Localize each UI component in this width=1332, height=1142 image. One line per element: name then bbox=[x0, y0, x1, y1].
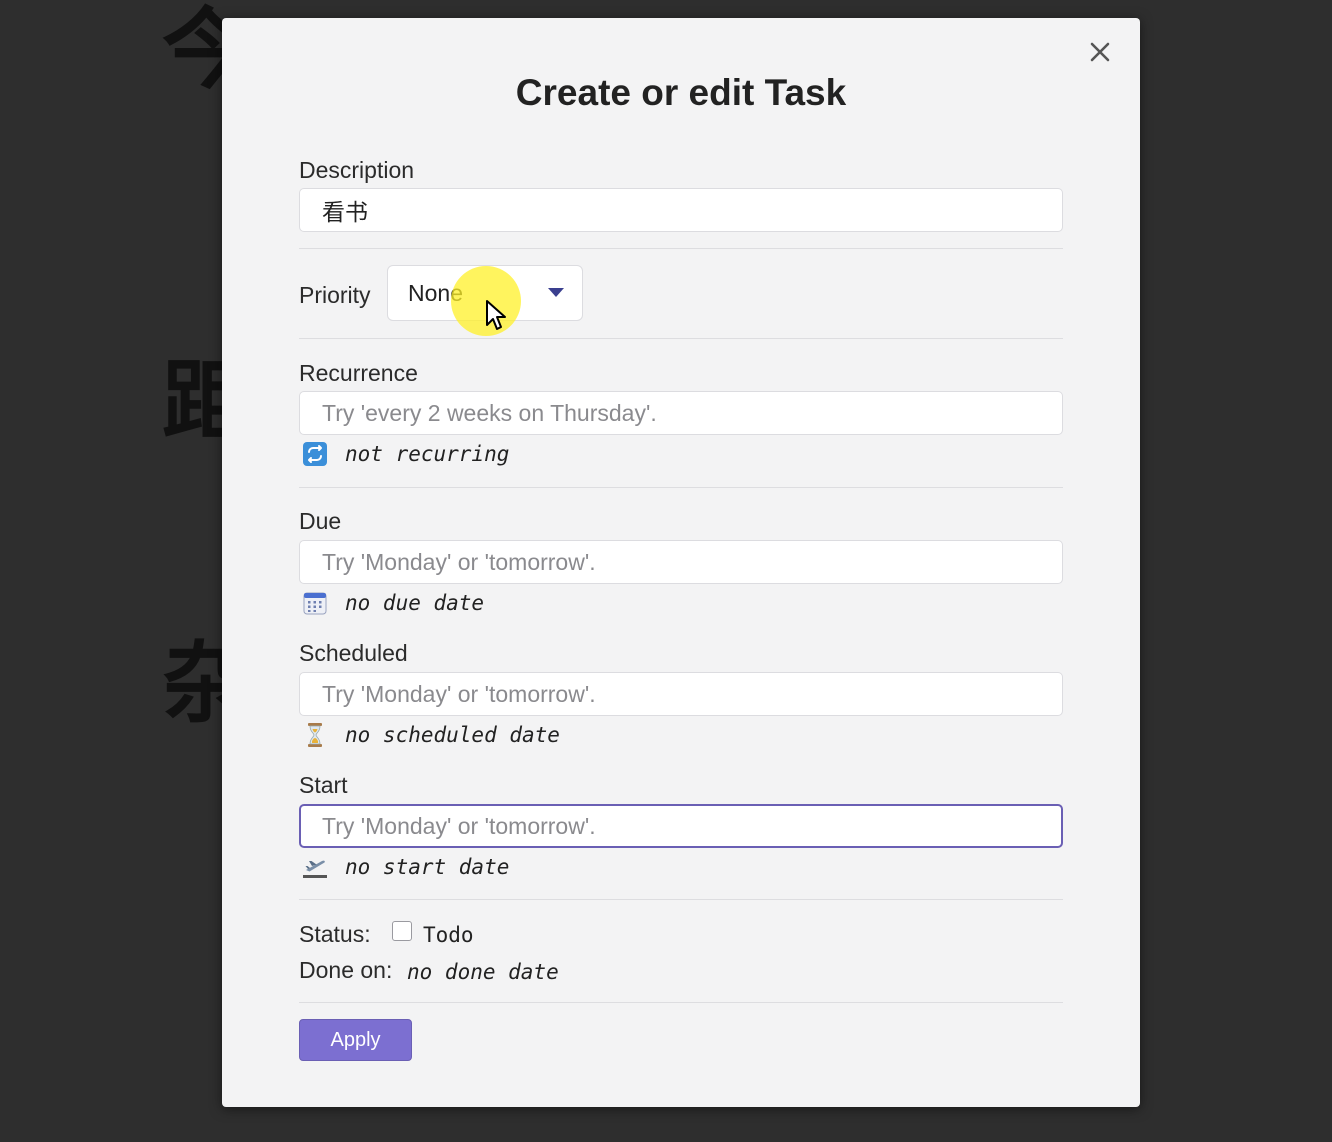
divider bbox=[299, 1002, 1063, 1003]
priority-selected-value: None bbox=[408, 280, 463, 306]
task-modal: Create or edit Task Description Priority… bbox=[222, 18, 1140, 1107]
repeat-icon bbox=[303, 442, 327, 466]
due-label: Due bbox=[299, 508, 342, 534]
scheduled-input[interactable] bbox=[299, 672, 1063, 716]
priority-select[interactable]: None bbox=[387, 265, 583, 321]
scheduled-hint-text: no scheduled date bbox=[345, 723, 560, 747]
divider bbox=[299, 338, 1063, 339]
hourglass-icon bbox=[303, 723, 327, 747]
divider bbox=[299, 899, 1063, 900]
due-input[interactable] bbox=[299, 540, 1063, 584]
due-hint: no due date bbox=[303, 591, 484, 615]
priority-label: Priority bbox=[299, 282, 371, 308]
recurrence-label: Recurrence bbox=[299, 360, 418, 386]
status-checkbox-label: Todo bbox=[423, 923, 474, 947]
close-icon bbox=[1090, 42, 1110, 62]
chevron-down-icon bbox=[548, 288, 564, 297]
done-on-value: no done date bbox=[407, 960, 559, 984]
recurrence-hint: not recurring bbox=[303, 442, 509, 466]
recurrence-input[interactable] bbox=[299, 391, 1063, 435]
scheduled-label: Scheduled bbox=[299, 640, 408, 666]
status-label: Status: bbox=[299, 921, 371, 947]
description-input[interactable] bbox=[299, 188, 1063, 232]
divider bbox=[299, 487, 1063, 488]
calendar-icon bbox=[303, 591, 327, 615]
due-hint-text: no due date bbox=[345, 591, 485, 615]
start-hint-text: no start date bbox=[345, 855, 510, 879]
done-on-label: Done on: bbox=[299, 957, 393, 983]
airplane-departure-icon bbox=[303, 855, 327, 879]
status-checkbox[interactable] bbox=[392, 921, 412, 941]
close-button[interactable] bbox=[1082, 34, 1118, 70]
modal-title: Create or edit Task bbox=[515, 72, 847, 113]
start-hint: no start date bbox=[303, 855, 509, 879]
start-input[interactable] bbox=[299, 804, 1063, 848]
start-label: Start bbox=[299, 772, 348, 798]
description-label: Description bbox=[299, 157, 415, 183]
recurrence-hint-text: not recurring bbox=[345, 442, 510, 466]
scheduled-hint: no scheduled date bbox=[303, 723, 560, 747]
apply-button[interactable]: Apply bbox=[299, 1019, 412, 1061]
divider bbox=[299, 248, 1063, 249]
